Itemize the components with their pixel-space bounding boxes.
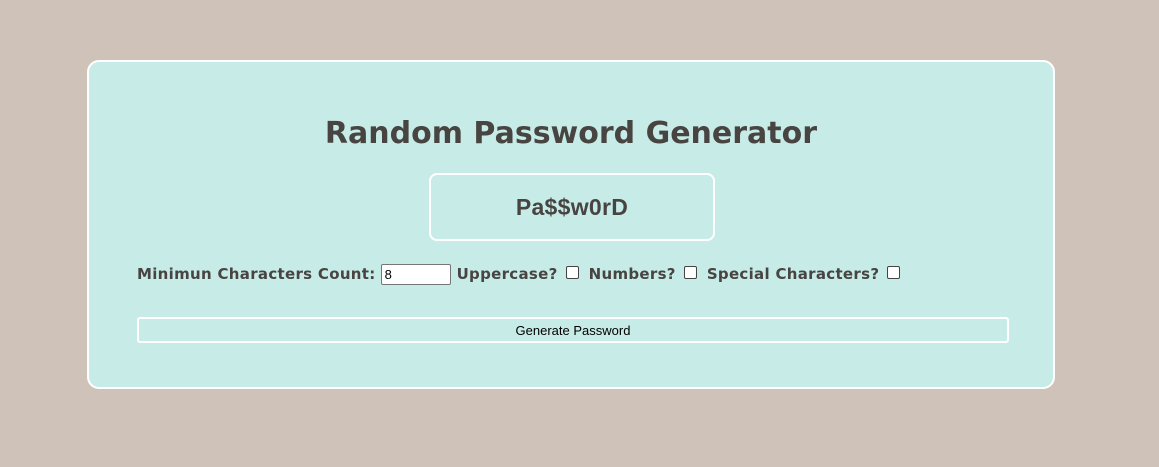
password-text: Pa$$w0rD: [515, 193, 629, 220]
special-characters-checkbox[interactable]: [887, 265, 901, 279]
password-generator-card: Random Password Generator Pa$$w0rD Minim…: [87, 60, 1055, 389]
page-title: Random Password Generator: [324, 116, 818, 151]
numbers-checkbox[interactable]: [683, 265, 697, 279]
generate-password-button[interactable]: Generate Password: [137, 317, 1009, 343]
min-count-input[interactable]: [380, 263, 451, 285]
min-count-label: Minimun Characters Count:: [137, 265, 376, 283]
password-display: Pa$$w0rD: [429, 173, 715, 241]
uppercase-checkbox[interactable]: [565, 265, 579, 279]
numbers-label: Numbers?: [588, 265, 676, 283]
options-row: Minimun Characters Count: Uppercase? Num…: [137, 262, 910, 286]
uppercase-label: Uppercase?: [456, 265, 558, 283]
special-characters-label: Special Characters?: [706, 265, 880, 283]
